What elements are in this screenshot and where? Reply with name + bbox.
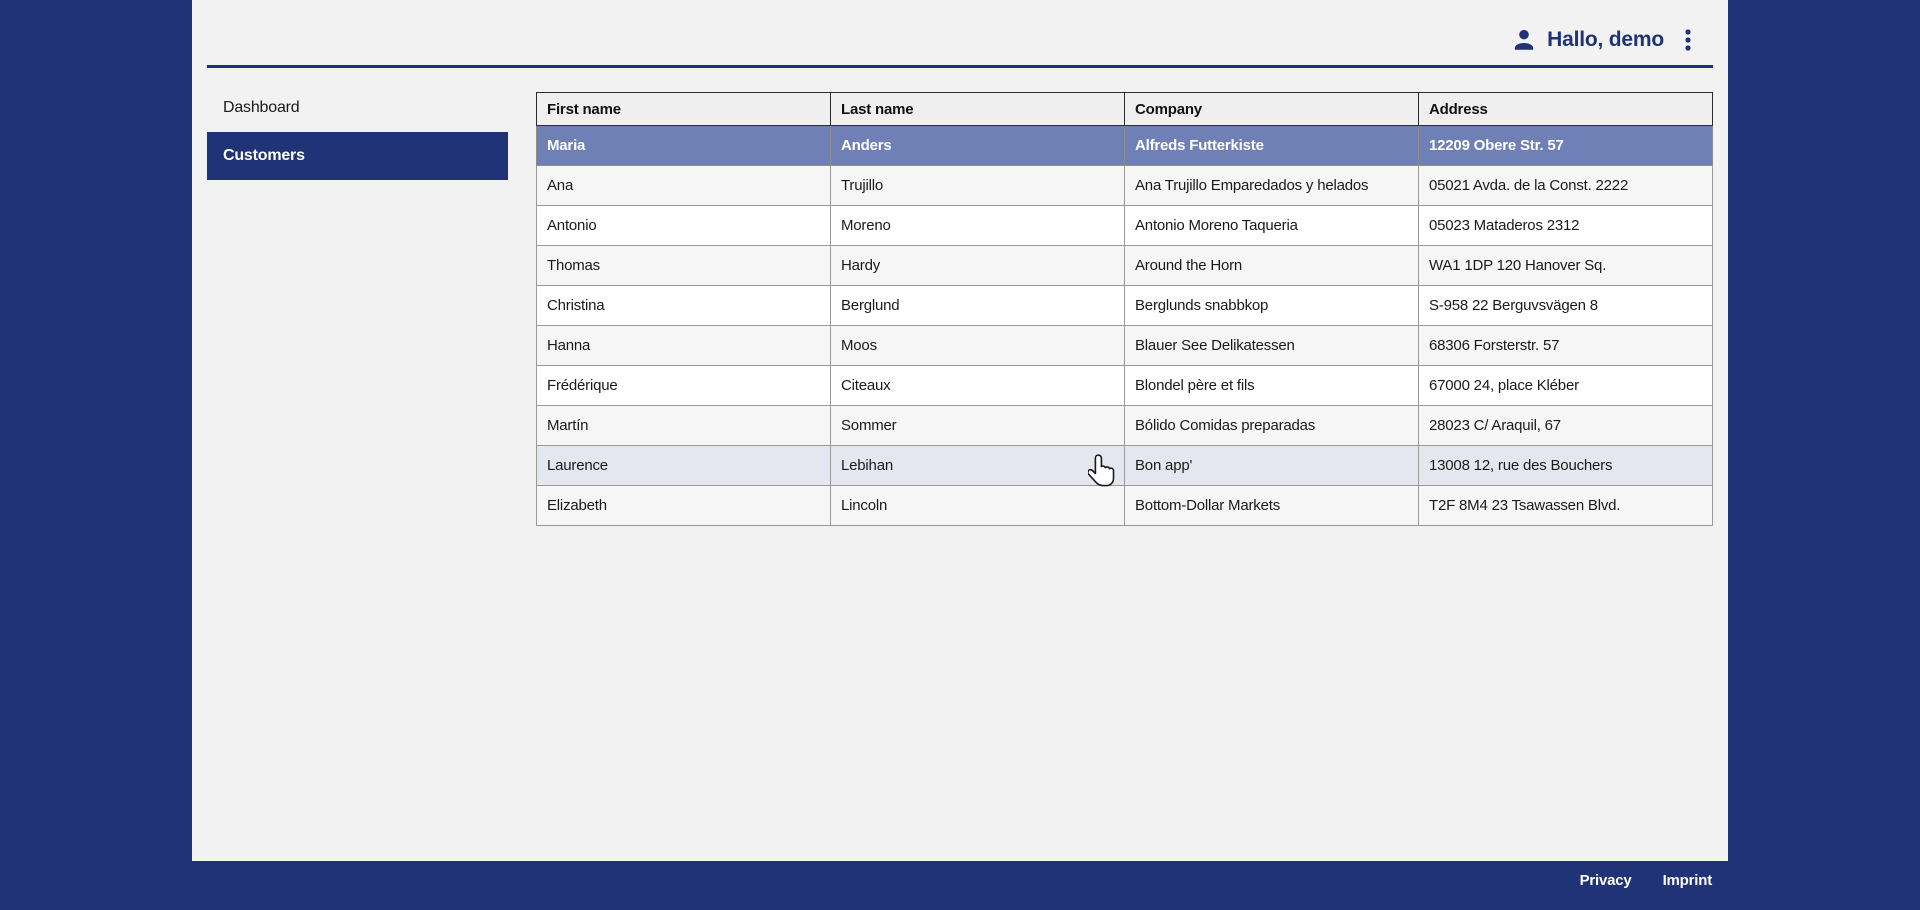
cell-company: Ana Trujillo Emparedados y helados <box>1124 165 1419 206</box>
cell-address: 67000 24, place Kléber <box>1418 365 1713 406</box>
content-area: Hallo, demo Dashboard Customers First nam… <box>192 0 1728 861</box>
table-header-row: First name Last name Company Address <box>536 92 1713 126</box>
cell-last: Berglund <box>830 285 1125 326</box>
column-header: Company <box>1124 92 1419 126</box>
cell-address: T2F 8M4 23 Tsawassen Blvd. <box>1418 485 1713 526</box>
table-row[interactable]: Frédérique Citeaux Blondel père et fils 670… <box>536 365 1713 406</box>
cell-last: Lincoln <box>830 485 1125 526</box>
cell-first: Elizabeth <box>536 485 831 526</box>
kebab-menu-icon[interactable] <box>1684 26 1692 54</box>
cell-company: Blauer See Delikatessen <box>1124 325 1419 366</box>
cell-last: Lebihan <box>830 445 1125 486</box>
cell-first: Maria <box>536 125 831 166</box>
table-row[interactable]: Elizabeth Lincoln Bottom-Dollar Markets T2F… <box>536 485 1713 526</box>
cell-address: 68306 Forsterstr. 57 <box>1418 325 1713 366</box>
cell-last: Anders <box>830 125 1125 166</box>
cell-company: Bon app' <box>1124 445 1419 486</box>
cell-last: Sommer <box>830 405 1125 446</box>
customers-table: First name Last name Company Address Maria A… <box>536 92 1713 526</box>
cell-company: Bottom-Dollar Markets <box>1124 485 1419 526</box>
person-icon <box>1511 27 1537 53</box>
cell-first: Thomas <box>536 245 831 286</box>
top-bar: Hallo, demo <box>192 0 1728 68</box>
cell-first: Ana <box>536 165 831 206</box>
cell-company: Alfreds Futterkiste <box>1124 125 1419 166</box>
sidebar-nav: Dashboard Customers <box>207 84 508 180</box>
cell-last: Citeaux <box>830 365 1125 406</box>
cell-last: Moreno <box>830 205 1125 246</box>
cell-address: S-958 22 Berguvsvägen 8 <box>1418 285 1713 326</box>
cell-company: Bólido Comidas preparadas <box>1124 405 1419 446</box>
cell-company: Blondel père et fils <box>1124 365 1419 406</box>
footer: Privacy Imprint <box>1580 872 1713 889</box>
cell-last: Trujillo <box>830 165 1125 206</box>
cell-address: 05021 Avda. de la Const. 2222 <box>1418 165 1713 206</box>
cell-company: Berglunds snabbkop <box>1124 285 1419 326</box>
sidebar-item-customers[interactable]: Customers <box>207 132 508 180</box>
column-header: First name <box>536 92 831 126</box>
cell-first: Antonio <box>536 205 831 246</box>
header-divider <box>207 65 1713 68</box>
table-header: First name Last name Company Address <box>536 92 1713 126</box>
cell-company: Antonio Moreno Taqueria <box>1124 205 1419 246</box>
table-row[interactable]: Ana Trujillo Ana Trujillo Emparedados y he… <box>536 165 1713 206</box>
cell-address: 13008 12, rue des Bouchers <box>1418 445 1713 486</box>
cell-address: 05023 Mataderos 2312 <box>1418 205 1713 246</box>
column-header: Last name <box>830 92 1125 126</box>
table-row[interactable]: Antonio Moreno Antonio Moreno Taqueria 0502… <box>536 205 1713 246</box>
cell-address: WA1 1DP 120 Hanover Sq. <box>1418 245 1713 286</box>
cell-company: Around the Horn <box>1124 245 1419 286</box>
table-row[interactable]: Thomas Hardy Around the Horn WA1 1DP 120 Ha… <box>536 245 1713 286</box>
cell-first: Christina <box>536 285 831 326</box>
cell-last: Hardy <box>830 245 1125 286</box>
footer-link-privacy[interactable]: Privacy <box>1580 872 1632 889</box>
table-row[interactable]: Martín Sommer Bólido Comidas preparadas 280… <box>536 405 1713 446</box>
table-row[interactable]: Hanna Moos Blauer See Delikatessen 68306 Fo… <box>536 325 1713 366</box>
table-row[interactable]: Maria Anders Alfreds Futterkiste 12209 Ober… <box>536 125 1713 166</box>
cell-first: Laurence <box>536 445 831 486</box>
column-header: Address <box>1418 92 1713 126</box>
cell-first: Martín <box>536 405 831 446</box>
user-menu: Hallo, demo <box>1511 12 1692 68</box>
cell-address: 12209 Obere Str. 57 <box>1418 125 1713 166</box>
table-row[interactable]: Christina Berglund Berglunds snabbkop S-958… <box>536 285 1713 326</box>
sidebar-item-dashboard[interactable]: Dashboard <box>207 84 508 132</box>
cell-last: Moos <box>830 325 1125 366</box>
table-row[interactable]: Laurence Lebihan Bon app' 13008 12, rue des… <box>536 445 1713 486</box>
cell-first: Frédérique <box>536 365 831 406</box>
user-greeting: Hallo, demo <box>1547 28 1664 51</box>
table-body: Maria Anders Alfreds Futterkiste 12209 Ober… <box>536 125 1713 526</box>
cell-address: 28023 C/ Araquil, 67 <box>1418 405 1713 446</box>
cell-first: Hanna <box>536 325 831 366</box>
footer-link-imprint[interactable]: Imprint <box>1663 872 1713 889</box>
